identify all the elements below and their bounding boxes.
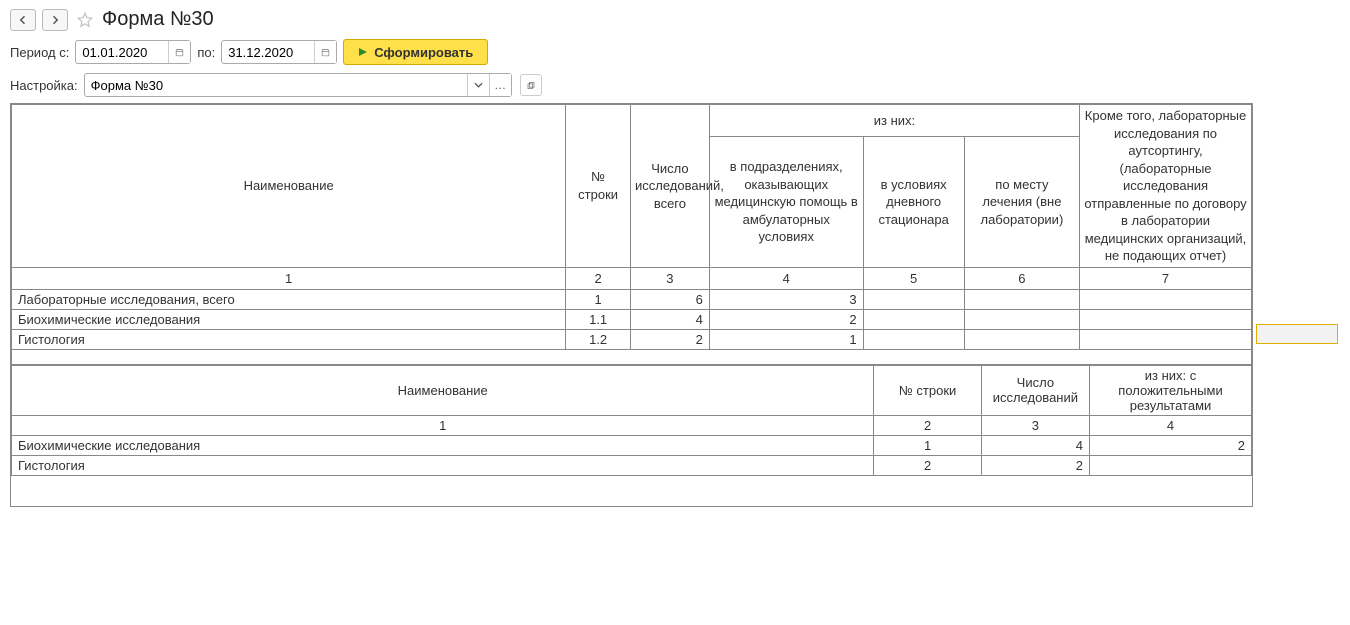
table-cell[interactable]: Гистология [12, 455, 874, 475]
generate-button[interactable]: Сформировать [343, 39, 488, 65]
table-row[interactable]: Биохимические исследования1.142 [12, 310, 1252, 330]
table-cell[interactable]: 3 [709, 290, 863, 310]
t1-head-total: Число исследований, всего [630, 105, 709, 268]
table-cell[interactable]: 6 [630, 290, 709, 310]
t1-index: 3 [630, 267, 709, 290]
t1-index: 2 [566, 267, 631, 290]
table-cell[interactable]: Биохимические исследования [12, 310, 566, 330]
t1-index: 4 [709, 267, 863, 290]
t1-head-ofthem: из них: [709, 105, 1079, 137]
chevron-down-icon [474, 82, 483, 88]
date-from-field [75, 40, 191, 64]
nav-forward-button[interactable] [42, 9, 68, 31]
settings-select-button[interactable]: … [489, 74, 511, 96]
table-cell[interactable]: Лабораторные исследования, всего [12, 290, 566, 310]
t1-head-name: Наименование [12, 105, 566, 268]
t1-head-sub1: в подразделениях, оказывающих медицинску… [709, 136, 863, 267]
date-to-input[interactable] [222, 43, 314, 62]
table-spacer [11, 350, 1252, 365]
filter-row: Период с: по: Сформировать [10, 39, 1340, 65]
table-cell[interactable]: 1 [709, 330, 863, 350]
table-cell[interactable]: 2 [874, 455, 981, 475]
table-cell[interactable]: Биохимические исследования [12, 435, 874, 455]
favorite-star-button[interactable] [74, 9, 96, 31]
calendar-icon [321, 46, 330, 59]
t2-head-count: Число исследований [981, 365, 1089, 415]
table-cell[interactable] [863, 310, 964, 330]
t1-index: 6 [964, 267, 1079, 290]
table-cell[interactable]: Гистология [12, 330, 566, 350]
play-icon [358, 47, 368, 57]
t1-index: 7 [1080, 267, 1252, 290]
table-cell[interactable]: 2 [1090, 435, 1252, 455]
t1-head-rowno: № строки [566, 105, 631, 268]
settings-input[interactable] [85, 76, 467, 95]
generate-button-label: Сформировать [374, 45, 473, 60]
popout-icon [527, 80, 535, 91]
table-cell[interactable]: 1 [874, 435, 981, 455]
t1-head-sub3: по месту лечения (вне лаборатории) [964, 136, 1079, 267]
table-cell[interactable] [964, 290, 1079, 310]
table-row[interactable]: Биохимические исследования142 [12, 435, 1252, 455]
arrow-left-icon [17, 14, 29, 26]
table-cell[interactable]: 2 [709, 310, 863, 330]
nav-back-button[interactable] [10, 9, 36, 31]
t1-index: 5 [863, 267, 964, 290]
calendar-icon [175, 46, 184, 59]
table-row[interactable]: Гистология1.221 [12, 330, 1252, 350]
table-cell[interactable] [964, 330, 1079, 350]
date-to-picker-button[interactable] [314, 41, 336, 63]
t2-head-name: Наименование [12, 365, 874, 415]
t1-head-sub2: в условиях дневного стационара [863, 136, 964, 267]
title-bar: Форма №30 [10, 8, 1340, 31]
date-from-picker-button[interactable] [168, 41, 190, 63]
table-row[interactable]: Лабораторные исследования, всего163 [12, 290, 1252, 310]
settings-dropdown-button[interactable] [467, 74, 489, 96]
table-cell[interactable] [863, 330, 964, 350]
t2-index: 3 [981, 415, 1089, 435]
table-cell[interactable]: 2 [630, 330, 709, 350]
table-cell[interactable] [1090, 455, 1252, 475]
table-cell[interactable]: 1 [566, 290, 631, 310]
t2-head-positive: из них: с положительными результатами [1090, 365, 1252, 415]
t2-index: 4 [1090, 415, 1252, 435]
settings-label: Настройка: [10, 78, 78, 93]
t2-index: 2 [874, 415, 981, 435]
arrow-right-icon [49, 14, 61, 26]
table-2: Наименование № строки Число исследований… [11, 365, 1252, 476]
t1-head-outsourcing: Кроме того, лабораторные исследования по… [1080, 105, 1252, 268]
table-cell[interactable] [1080, 290, 1252, 310]
report-bottom-pad [11, 476, 1252, 506]
table-row[interactable]: Гистология22 [12, 455, 1252, 475]
t2-index: 1 [12, 415, 874, 435]
table-cell[interactable]: 1.2 [566, 330, 631, 350]
t1-index: 1 [12, 267, 566, 290]
period-from-label: Период с: [10, 45, 69, 60]
table-cell[interactable] [964, 310, 1079, 330]
table-cell[interactable] [863, 290, 964, 310]
date-to-field [221, 40, 337, 64]
date-from-input[interactable] [76, 43, 168, 62]
period-to-label: по: [197, 45, 215, 60]
table-cell[interactable]: 2 [981, 455, 1089, 475]
page-title: Форма №30 [102, 8, 214, 31]
settings-field: … [84, 73, 512, 97]
t2-head-rowno: № строки [874, 365, 981, 415]
dots-icon: … [494, 78, 506, 92]
table-cell[interactable] [1080, 330, 1252, 350]
table-cell[interactable]: 1.1 [566, 310, 631, 330]
table-1: Наименование № строки Число исследований… [11, 104, 1252, 350]
table-cell[interactable]: 4 [630, 310, 709, 330]
table-cell[interactable]: 4 [981, 435, 1089, 455]
settings-row: Настройка: … [10, 73, 1340, 97]
selected-cell-highlight[interactable] [1256, 324, 1338, 344]
star-icon [76, 11, 94, 29]
settings-popout-button[interactable] [520, 74, 542, 96]
table-cell[interactable] [1080, 310, 1252, 330]
report-container: Наименование № строки Число исследований… [10, 103, 1253, 507]
